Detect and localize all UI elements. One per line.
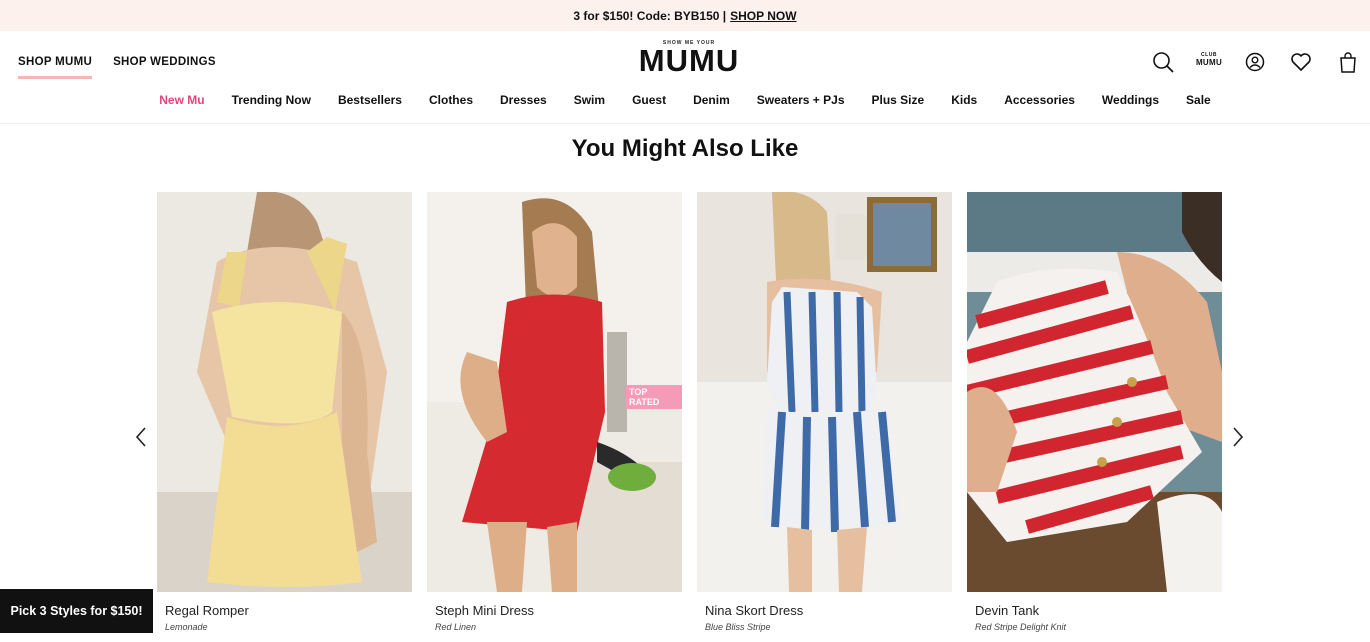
bag-icon[interactable]	[1335, 49, 1361, 75]
logo[interactable]: SHOW ME YOUR MUMU	[638, 40, 740, 76]
club-line2: MUMU	[1195, 58, 1223, 67]
product-image-steph-mini-dress[interactable]: TOP RATED	[427, 192, 682, 592]
search-icon[interactable]	[1150, 49, 1176, 75]
nav-sale[interactable]: Sale	[1186, 93, 1211, 107]
nav-new-mu[interactable]: New Mu	[159, 93, 204, 107]
promo-text: 3 for $150! Code: BYB150 |	[573, 8, 727, 23]
nav-trending-now[interactable]: Trending Now	[232, 93, 311, 107]
product-color: Red Stripe Delight Knit	[975, 622, 1067, 632]
carousel-next-button[interactable]	[1226, 425, 1250, 449]
product-color: Red Linen	[435, 622, 477, 632]
shop-now-link[interactable]: SHOP NOW	[730, 9, 796, 23]
top-rated-badge: TOP RATED	[626, 385, 682, 409]
promo-bar: 3 for $150! Code: BYB150 | SHOP NOW	[0, 0, 1370, 31]
chevron-left-icon	[135, 427, 146, 447]
nav-denim[interactable]: Denim	[693, 93, 730, 107]
nav-dresses[interactable]: Dresses	[500, 93, 547, 107]
product-image-regal-romper[interactable]	[157, 192, 412, 592]
product-color: Lemonade	[165, 622, 208, 632]
site-header: SHOP MUMU SHOP WEDDINGS SHOW ME YOUR MUM…	[0, 31, 1370, 124]
nav-weddings[interactable]: Weddings	[1102, 93, 1159, 107]
product-name[interactable]: Nina Skort Dress	[705, 603, 952, 618]
sticky-promo-button[interactable]: Pick 3 Styles for $150!	[0, 589, 153, 633]
product-name[interactable]: Regal Romper	[165, 603, 412, 618]
nav-sweaters-pjs[interactable]: Sweaters + PJs	[757, 93, 845, 107]
account-icon[interactable]	[1242, 49, 1268, 75]
nav-kids[interactable]: Kids	[951, 93, 977, 107]
main-nav: New Mu Trending Now Bestsellers Clothes …	[0, 93, 1370, 107]
club-mumu-link[interactable]: CLUB MUMU	[1194, 52, 1224, 67]
chevron-right-icon	[1233, 427, 1244, 447]
nav-plus-size[interactable]: Plus Size	[872, 93, 925, 107]
product-card[interactable]: Regal Romper Lemonade	[157, 192, 412, 632]
product-image-devin-tank[interactable]	[967, 192, 1222, 592]
product-card[interactable]: Devin Tank Red Stripe Delight Knit	[967, 192, 1222, 632]
nav-clothes[interactable]: Clothes	[429, 93, 473, 107]
product-card[interactable]: Nina Skort Dress Blue Bliss Stripe	[697, 192, 952, 632]
product-image-nina-skort-dress[interactable]	[697, 192, 952, 592]
product-name[interactable]: Devin Tank	[975, 603, 1222, 618]
tab-shop-mumu[interactable]: SHOP MUMU	[18, 56, 93, 79]
nav-accessories[interactable]: Accessories	[1004, 93, 1075, 107]
logo-name: MUMU	[638, 43, 740, 78]
product-name[interactable]: Steph Mini Dress	[435, 603, 682, 618]
shop-switch: SHOP MUMU SHOP WEDDINGS	[18, 56, 216, 79]
heart-icon[interactable]	[1288, 49, 1314, 75]
section-title: You Might Also Like	[571, 135, 799, 162]
nav-guest[interactable]: Guest	[632, 93, 666, 107]
nav-bestsellers[interactable]: Bestsellers	[338, 93, 402, 107]
tab-shop-weddings[interactable]: SHOP WEDDINGS	[113, 56, 216, 79]
product-card[interactable]: TOP RATED Steph Mini Dress Red Linen	[427, 192, 682, 632]
carousel-prev-button[interactable]	[129, 425, 153, 449]
product-color: Blue Bliss Stripe	[705, 622, 771, 632]
nav-swim[interactable]: Swim	[574, 93, 605, 107]
header-icons: CLUB MUMU	[1150, 49, 1360, 75]
